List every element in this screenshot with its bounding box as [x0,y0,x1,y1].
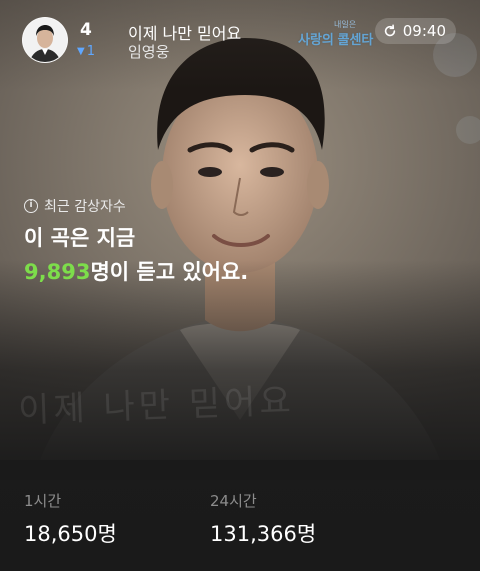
recent-listeners-text: 최근 감상자수 [44,199,126,215]
now-playing-header: 4 이제 나만 믿어요 ▼ 1 임영웅 내일은 사랑의 콜센타 09:40 [22,17,466,63]
artist-avatar[interactable] [22,17,68,63]
listeners-count-line: 9,893명이 듣고 있어요. [24,256,248,286]
stat-label-1h: 1시간 [24,492,62,510]
refresh-icon [384,24,395,37]
listeners-headline: 이 곡은 지금 [24,226,136,250]
channel-logo-text: 사랑의 콜센타 [298,32,374,47]
stat-value-1h: 18,650명 [24,522,117,546]
album-watermark-text: 이제 나만 믿어요 [17,381,296,431]
time-indicator[interactable]: 09:40 [374,18,456,44]
rank-change: ▼ 1 [77,44,95,59]
rank-change-value: 1 [86,44,95,59]
player-screen: 이제 나만 믿어요 4 이제 나만 믿어요 ▼ 1 임영웅 내일은 사랑의 콜센… [0,0,480,571]
artist-name[interactable]: 임영웅 [128,41,169,62]
listeners-count-suffix: 명이 듣고 있어요. [90,260,249,284]
listeners-count: 9,893 [24,260,91,284]
stat-value-24h: 131,366명 [210,522,317,546]
info-circle-icon[interactable]: i [24,199,38,213]
chart-rank: 4 [80,20,92,40]
bottom-gradient [0,260,480,480]
recent-listeners-label[interactable]: i 최근 감상자수 [24,196,126,216]
stat-label-24h: 24시간 [210,492,257,510]
triangle-down-icon: ▼ [77,46,85,57]
current-time: 09:40 [402,22,446,40]
